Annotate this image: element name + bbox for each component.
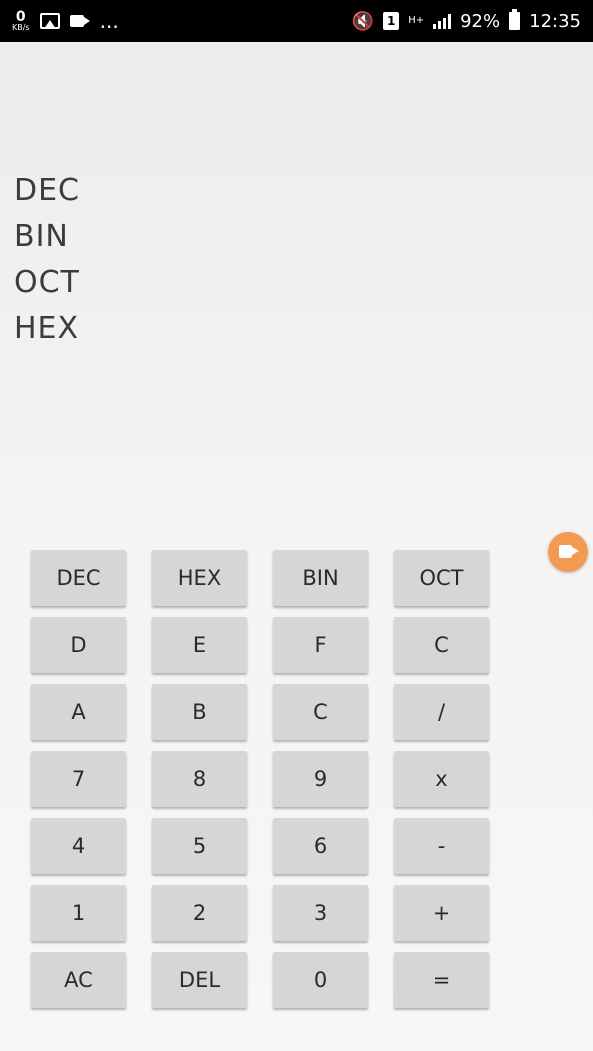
display-row-hex: HEX: [14, 311, 80, 346]
key-divide[interactable]: /: [394, 684, 489, 740]
key-bin[interactable]: BIN: [273, 550, 368, 606]
clock: 12:35: [529, 10, 581, 32]
status-right: 🔇 1 H+ 92% 12:35: [352, 0, 581, 42]
key-multiply[interactable]: x: [394, 751, 489, 807]
key-9[interactable]: 9: [273, 751, 368, 807]
mute-icon: 🔇: [351, 10, 375, 32]
key-3[interactable]: 3: [273, 885, 368, 941]
key-2[interactable]: 2: [152, 885, 247, 941]
status-bar: 0 KB/s ... 🔇 1 H+ 92% 12:35: [0, 0, 593, 42]
video-camera-icon: [559, 545, 579, 558]
key-a[interactable]: A: [31, 684, 126, 740]
key-c-upper[interactable]: C: [394, 617, 489, 673]
key-8[interactable]: 8: [152, 751, 247, 807]
network-icon: H+: [408, 15, 425, 26]
key-4[interactable]: 4: [31, 818, 126, 874]
key-1[interactable]: 1: [31, 885, 126, 941]
key-b[interactable]: B: [152, 684, 247, 740]
key-delete[interactable]: DEL: [152, 952, 247, 1008]
battery-percent: 92%: [460, 10, 501, 32]
battery-icon: [509, 9, 521, 30]
image-icon: [39, 13, 60, 29]
key-all-clear[interactable]: AC: [31, 952, 126, 1008]
key-subtract[interactable]: -: [394, 818, 489, 874]
display-row-bin: BIN: [14, 219, 69, 254]
display-row-dec: DEC: [14, 173, 81, 208]
more-notifications: ...: [99, 9, 119, 33]
key-e[interactable]: E: [152, 617, 247, 673]
key-c[interactable]: C: [273, 684, 368, 740]
key-5[interactable]: 5: [152, 818, 247, 874]
key-equals[interactable]: =: [394, 952, 489, 1008]
key-6[interactable]: 6: [273, 818, 368, 874]
key-0[interactable]: 0: [273, 952, 368, 1008]
floating-record-button[interactable]: [548, 532, 588, 572]
network-speed-unit: KB/s: [12, 23, 30, 32]
key-f[interactable]: F: [273, 617, 368, 673]
key-dec[interactable]: DEC: [31, 550, 126, 606]
key-hex[interactable]: HEX: [152, 550, 247, 606]
key-add[interactable]: +: [394, 885, 489, 941]
network-speed-value: 0: [15, 9, 26, 25]
signal-icon: [433, 13, 452, 29]
key-7[interactable]: 7: [31, 751, 126, 807]
network-speed: 0 KB/s: [12, 10, 30, 32]
status-left: 0 KB/s ...: [12, 0, 119, 42]
keypad: DEC HEX BIN OCT D E F C A B C / 7 8 9 x …: [31, 550, 489, 1008]
conversion-display: DEC BIN OCT HEX: [14, 168, 80, 352]
key-oct[interactable]: OCT: [394, 550, 489, 606]
camera-icon: [69, 15, 90, 27]
display-row-oct: OCT: [14, 265, 80, 300]
key-d[interactable]: D: [31, 617, 126, 673]
sim-icon: 1: [383, 12, 400, 30]
